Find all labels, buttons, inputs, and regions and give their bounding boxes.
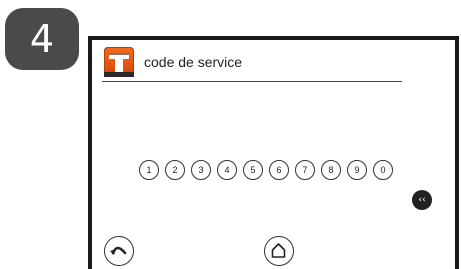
keypad-key-6[interactable]: 6 (269, 160, 289, 180)
keypad-key-8[interactable]: 8 (321, 160, 341, 180)
keypad-key-3[interactable]: 3 (191, 160, 211, 180)
keypad-key-0[interactable]: 0 (373, 160, 393, 180)
step-number-badge: 4 (5, 8, 79, 70)
company-logo-icon (104, 47, 134, 77)
instruction-page: 4 code de service 1234567890 ‹‹ (0, 0, 461, 269)
home-icon (271, 243, 286, 258)
keypad-key-9[interactable]: 9 (347, 160, 367, 180)
header-divider (102, 81, 402, 82)
numeric-keypad: 1234567890 (139, 160, 393, 180)
keypad-key-2[interactable]: 2 (165, 160, 185, 180)
back-arrow-icon (110, 246, 127, 255)
screen-header: code de service (104, 46, 242, 78)
back-button[interactable] (104, 236, 134, 266)
keypad-key-4[interactable]: 4 (217, 160, 237, 180)
page-title: code de service (144, 54, 243, 70)
device-screen: code de service 1234567890 ‹‹ (88, 36, 459, 269)
keypad-key-5[interactable]: 5 (243, 160, 263, 180)
keypad-key-1[interactable]: 1 (139, 160, 159, 180)
backspace-button[interactable]: ‹‹ (412, 190, 432, 210)
home-button[interactable] (264, 236, 294, 266)
keypad-key-7[interactable]: 7 (295, 160, 315, 180)
